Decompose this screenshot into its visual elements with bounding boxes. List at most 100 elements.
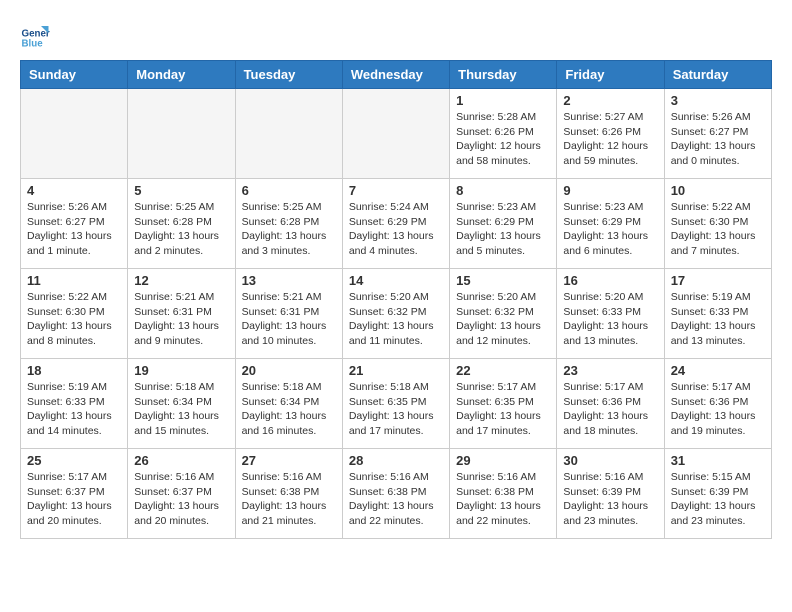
- day-number: 30: [563, 453, 657, 468]
- day-info: Sunrise: 5:27 AM Sunset: 6:26 PM Dayligh…: [563, 110, 657, 169]
- day-number: 31: [671, 453, 765, 468]
- calendar-cell: 22 Sunrise: 5:17 AM Sunset: 6:35 PM Dayli…: [450, 359, 557, 449]
- day-number: 17: [671, 273, 765, 288]
- svg-text:Blue: Blue: [22, 38, 44, 49]
- calendar-cell: 16Sunrise: 5:20 AM Sunset: 6:33 PM Dayli…: [557, 269, 664, 359]
- calendar-cell: 17 Sunrise: 5:19 AM Sunset: 6:33 PM Dayli…: [664, 269, 771, 359]
- day-info: Sunrise: 5:18 AM Sunset: 6:34 PM Dayligh…: [134, 380, 228, 439]
- calendar-header-row: SundayMondayTuesdayWednesdayThursdayFrid…: [21, 61, 772, 89]
- day-info: Sunrise: 5:25 AM Sunset: 6:28 PM Dayligh…: [134, 200, 228, 259]
- day-info: Sunrise: 5:19 AM Sunset: 6:33 PM Dayligh…: [27, 380, 121, 439]
- calendar-cell: 31 Sunrise: 5:15 AM Sunset: 6:39 PM Dayli…: [664, 449, 771, 539]
- day-info: Sunrise: 5:28 AM Sunset: 6:26 PM Dayligh…: [456, 110, 550, 169]
- day-number: 22: [456, 363, 550, 378]
- calendar-cell: 3Sunrise: 5:26 AM Sunset: 6:27 PM Daylig…: [664, 89, 771, 179]
- calendar-cell: 28 Sunrise: 5:16 AM Sunset: 6:38 PM Dayli…: [342, 449, 449, 539]
- day-info: Sunrise: 5:22 AM Sunset: 6:30 PM Dayligh…: [27, 290, 121, 349]
- calendar-cell: 12 Sunrise: 5:21 AM Sunset: 6:31 PM Dayli…: [128, 269, 235, 359]
- day-info: Sunrise: 5:16 AM Sunset: 6:38 PM Dayligh…: [349, 470, 443, 529]
- day-number: 12: [134, 273, 228, 288]
- day-info: Sunrise: 5:17 AM Sunset: 6:36 PM Dayligh…: [671, 380, 765, 439]
- calendar: SundayMondayTuesdayWednesdayThursdayFrid…: [20, 60, 772, 539]
- day-number: 9: [563, 183, 657, 198]
- week-row-3: 11Sunrise: 5:22 AM Sunset: 6:30 PM Dayli…: [21, 269, 772, 359]
- calendar-cell: [21, 89, 128, 179]
- calendar-cell: 5 Sunrise: 5:25 AM Sunset: 6:28 PM Daylig…: [128, 179, 235, 269]
- day-info: Sunrise: 5:21 AM Sunset: 6:31 PM Dayligh…: [134, 290, 228, 349]
- day-number: 3: [671, 93, 765, 108]
- day-info: Sunrise: 5:25 AM Sunset: 6:28 PM Dayligh…: [242, 200, 336, 259]
- week-row-4: 18 Sunrise: 5:19 AM Sunset: 6:33 PM Dayli…: [21, 359, 772, 449]
- day-number: 26: [134, 453, 228, 468]
- day-header-saturday: Saturday: [664, 61, 771, 89]
- logo: General Blue: [20, 20, 54, 50]
- day-number: 20: [242, 363, 336, 378]
- day-info: Sunrise: 5:17 AM Sunset: 6:36 PM Dayligh…: [563, 380, 657, 439]
- calendar-cell: 24 Sunrise: 5:17 AM Sunset: 6:36 PM Dayli…: [664, 359, 771, 449]
- day-header-friday: Friday: [557, 61, 664, 89]
- calendar-cell: 1 Sunrise: 5:28 AM Sunset: 6:26 PM Daylig…: [450, 89, 557, 179]
- day-number: 1: [456, 93, 550, 108]
- day-number: 14: [349, 273, 443, 288]
- day-info: Sunrise: 5:16 AM Sunset: 6:38 PM Dayligh…: [242, 470, 336, 529]
- day-number: 21: [349, 363, 443, 378]
- day-header-monday: Monday: [128, 61, 235, 89]
- day-number: 18: [27, 363, 121, 378]
- calendar-cell: [235, 89, 342, 179]
- day-header-wednesday: Wednesday: [342, 61, 449, 89]
- week-row-5: 25Sunrise: 5:17 AM Sunset: 6:37 PM Dayli…: [21, 449, 772, 539]
- day-number: 2: [563, 93, 657, 108]
- day-number: 4: [27, 183, 121, 198]
- calendar-cell: 27 Sunrise: 5:16 AM Sunset: 6:38 PM Dayli…: [235, 449, 342, 539]
- day-number: 28: [349, 453, 443, 468]
- day-header-thursday: Thursday: [450, 61, 557, 89]
- day-info: Sunrise: 5:20 AM Sunset: 6:33 PM Dayligh…: [563, 290, 657, 349]
- day-info: Sunrise: 5:23 AM Sunset: 6:29 PM Dayligh…: [563, 200, 657, 259]
- day-info: Sunrise: 5:16 AM Sunset: 6:39 PM Dayligh…: [563, 470, 657, 529]
- day-info: Sunrise: 5:21 AM Sunset: 6:31 PM Dayligh…: [242, 290, 336, 349]
- calendar-cell: 19Sunrise: 5:18 AM Sunset: 6:34 PM Dayli…: [128, 359, 235, 449]
- day-header-tuesday: Tuesday: [235, 61, 342, 89]
- calendar-cell: 21 Sunrise: 5:18 AM Sunset: 6:35 PM Dayli…: [342, 359, 449, 449]
- page-header: General Blue: [20, 20, 772, 50]
- day-info: Sunrise: 5:16 AM Sunset: 6:38 PM Dayligh…: [456, 470, 550, 529]
- calendar-cell: 4 Sunrise: 5:26 AM Sunset: 6:27 PM Daylig…: [21, 179, 128, 269]
- calendar-cell: 13 Sunrise: 5:21 AM Sunset: 6:31 PM Dayli…: [235, 269, 342, 359]
- day-info: Sunrise: 5:19 AM Sunset: 6:33 PM Dayligh…: [671, 290, 765, 349]
- day-number: 6: [242, 183, 336, 198]
- calendar-cell: 23 Sunrise: 5:17 AM Sunset: 6:36 PM Dayli…: [557, 359, 664, 449]
- calendar-cell: 25Sunrise: 5:17 AM Sunset: 6:37 PM Dayli…: [21, 449, 128, 539]
- calendar-cell: [342, 89, 449, 179]
- day-number: 8: [456, 183, 550, 198]
- calendar-cell: 8 Sunrise: 5:23 AM Sunset: 6:29 PM Daylig…: [450, 179, 557, 269]
- calendar-cell: 26 Sunrise: 5:16 AM Sunset: 6:37 PM Dayli…: [128, 449, 235, 539]
- day-number: 10: [671, 183, 765, 198]
- calendar-cell: 18 Sunrise: 5:19 AM Sunset: 6:33 PM Dayli…: [21, 359, 128, 449]
- calendar-cell: [128, 89, 235, 179]
- day-info: Sunrise: 5:22 AM Sunset: 6:30 PM Dayligh…: [671, 200, 765, 259]
- day-info: Sunrise: 5:15 AM Sunset: 6:39 PM Dayligh…: [671, 470, 765, 529]
- day-info: Sunrise: 5:18 AM Sunset: 6:35 PM Dayligh…: [349, 380, 443, 439]
- calendar-cell: 14Sunrise: 5:20 AM Sunset: 6:32 PM Dayli…: [342, 269, 449, 359]
- day-number: 24: [671, 363, 765, 378]
- day-info: Sunrise: 5:16 AM Sunset: 6:37 PM Dayligh…: [134, 470, 228, 529]
- day-info: Sunrise: 5:17 AM Sunset: 6:35 PM Dayligh…: [456, 380, 550, 439]
- calendar-cell: 29 Sunrise: 5:16 AM Sunset: 6:38 PM Dayli…: [450, 449, 557, 539]
- calendar-cell: 15Sunrise: 5:20 AM Sunset: 6:32 PM Dayli…: [450, 269, 557, 359]
- calendar-cell: 11Sunrise: 5:22 AM Sunset: 6:30 PM Dayli…: [21, 269, 128, 359]
- calendar-cell: 30 Sunrise: 5:16 AM Sunset: 6:39 PM Dayli…: [557, 449, 664, 539]
- calendar-cell: 6 Sunrise: 5:25 AM Sunset: 6:28 PM Daylig…: [235, 179, 342, 269]
- day-number: 29: [456, 453, 550, 468]
- day-header-sunday: Sunday: [21, 61, 128, 89]
- day-number: 13: [242, 273, 336, 288]
- day-info: Sunrise: 5:23 AM Sunset: 6:29 PM Dayligh…: [456, 200, 550, 259]
- day-info: Sunrise: 5:26 AM Sunset: 6:27 PM Dayligh…: [27, 200, 121, 259]
- week-row-2: 4 Sunrise: 5:26 AM Sunset: 6:27 PM Daylig…: [21, 179, 772, 269]
- day-number: 27: [242, 453, 336, 468]
- day-number: 5: [134, 183, 228, 198]
- day-number: 23: [563, 363, 657, 378]
- calendar-cell: 7Sunrise: 5:24 AM Sunset: 6:29 PM Daylig…: [342, 179, 449, 269]
- day-info: Sunrise: 5:18 AM Sunset: 6:34 PM Dayligh…: [242, 380, 336, 439]
- day-number: 25: [27, 453, 121, 468]
- calendar-cell: 20 Sunrise: 5:18 AM Sunset: 6:34 PM Dayli…: [235, 359, 342, 449]
